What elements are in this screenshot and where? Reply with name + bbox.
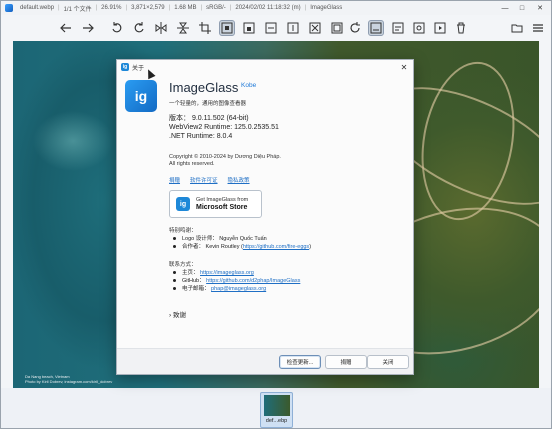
title-datetime: 2024/02/02 11:18:32 (m)	[235, 5, 301, 11]
title-file-index: 1/1 个文件	[63, 6, 92, 13]
fullscreen-icon[interactable]	[411, 20, 427, 36]
refresh-icon[interactable]	[347, 20, 363, 36]
caption-credit: Photo by Kiril Dobrev, instagram.com/kir…	[25, 379, 113, 384]
contact-homepage: 主页： https://imageglass.org	[169, 268, 254, 276]
rights-text: All rights reserved.	[169, 161, 215, 167]
collaborator-link[interactable]: https://github.com/fire-eggs	[243, 244, 309, 250]
minimize-button[interactable]: —	[498, 1, 512, 15]
photo-caption: Da Nang beach, Vietnam Photo by Kiril Do…	[25, 374, 112, 384]
license-link[interactable]: 软件许可证	[190, 176, 218, 184]
checkerboard-icon[interactable]	[368, 20, 384, 36]
webview-runtime-text: WebView2 Runtime: 125.0.2535.51	[169, 124, 279, 131]
app-name: ImageGlass	[169, 80, 239, 95]
app-logo-icon	[5, 4, 13, 12]
title-app-name: ImageGlass	[310, 5, 343, 11]
app-codename: Kobe	[241, 82, 257, 89]
acknowledgements-label: 致谢	[172, 312, 186, 319]
gallery-icon[interactable]	[390, 20, 406, 36]
check-update-button[interactable]: 检查更新...	[279, 355, 321, 369]
about-links: 捐赠 软件许可证 隐私政策	[169, 176, 250, 184]
imageglass-small-icon: ig	[121, 63, 129, 71]
thumbnail-strip: def...ebp	[1, 388, 551, 428]
special-thanks-title: 特别鸣谢：	[169, 228, 197, 234]
title-zoom: 26.91%	[101, 5, 122, 11]
thumbnail-item[interactable]: def...ebp	[260, 392, 293, 428]
scale-width-icon[interactable]	[263, 20, 279, 36]
app-window: default.webp | 1/1 个文件 | 26.91% | 3,871×…	[0, 0, 552, 429]
dialog-title: 关于	[132, 65, 145, 72]
dialog-title-bar: ig 关于	[117, 60, 413, 74]
contact-github: GitHub： https://github.com/d2phap/ImageG…	[169, 276, 300, 284]
title-filesize: 1.68 MB	[174, 5, 197, 11]
open-file-icon[interactable]	[509, 20, 525, 36]
imageglass-logo-icon: ig	[125, 80, 157, 112]
thumbnail-image	[264, 395, 290, 416]
store-line1: Get ImageGlass from	[196, 196, 249, 203]
store-line2: Microsoft Store	[196, 203, 248, 211]
acknowledgements-expander[interactable]: › 致谢	[169, 309, 186, 319]
scale-fit-icon[interactable]	[307, 20, 323, 36]
back-icon[interactable]	[58, 20, 74, 36]
auto-zoom-icon[interactable]	[219, 20, 235, 36]
title-dimensions: 3,871×2,579	[131, 5, 165, 11]
contact-email: 电子邮箱： phap@imageglass.org	[169, 284, 266, 292]
imageglass-store-icon: ig	[176, 197, 190, 211]
thumbnail-label: def...ebp	[265, 418, 288, 424]
fill-screen-icon[interactable]	[329, 20, 345, 36]
delete-icon[interactable]	[453, 20, 469, 36]
chevron-right-icon: ›	[169, 312, 172, 319]
scale-height-icon[interactable]	[285, 20, 301, 36]
rotate-left-icon[interactable]	[109, 20, 125, 36]
close-window-button[interactable]: ✕	[533, 1, 547, 15]
title-colorspace: sRGB/-	[206, 5, 226, 11]
about-dialog: ig 关于 ✕ ig ImageGlass Kobe 一个轻量的，通用的图像查看…	[116, 59, 414, 375]
menu-icon[interactable]	[530, 20, 546, 36]
thanks-logo-designer: Logo 设计师： Nguyễn Quốc Tuấn	[169, 234, 267, 242]
title-filename: default.webp	[20, 5, 55, 11]
slideshow-icon[interactable]	[432, 20, 448, 36]
thanks-collaborator: 合作者： Kevin Routley (https://github.com/f…	[169, 242, 311, 250]
email-link[interactable]: phap@imageglass.org	[211, 286, 266, 292]
privacy-link[interactable]: 隐私政策	[228, 176, 250, 184]
crop-icon[interactable]	[197, 20, 213, 36]
flip-vertical-icon[interactable]	[175, 20, 191, 36]
app-description: 一个轻量的，通用的图像查看器	[169, 101, 247, 107]
maximize-button[interactable]: □	[515, 1, 529, 15]
lock-zoom-icon[interactable]	[241, 20, 257, 36]
toolbar	[1, 15, 551, 41]
contact-title: 联系方式：	[169, 262, 197, 268]
close-button[interactable]: 关闭	[367, 355, 409, 369]
donate-button[interactable]: 捐赠	[325, 355, 367, 369]
donate-link[interactable]: 捐赠	[169, 176, 180, 184]
microsoft-store-badge[interactable]: ig Get ImageGlass from Microsoft Store	[169, 190, 262, 218]
title-bar: default.webp | 1/1 个文件 | 26.91% | 3,871×…	[1, 1, 551, 15]
dialog-close-button[interactable]: ✕	[399, 62, 409, 72]
flip-horizontal-icon[interactable]	[153, 20, 169, 36]
dialog-footer: 检查更新... 捐赠 关闭	[117, 348, 413, 374]
rotate-right-icon[interactable]	[131, 20, 147, 36]
dotnet-runtime-text: .NET Runtime: 8.0.4	[169, 133, 233, 140]
copyright-text: Copyright © 2010-2024 by Dương Diệu Pháp…	[169, 154, 281, 160]
forward-icon[interactable]	[80, 20, 96, 36]
version-text: 版本： 9.0.11.502 (64-bit)	[169, 115, 249, 122]
